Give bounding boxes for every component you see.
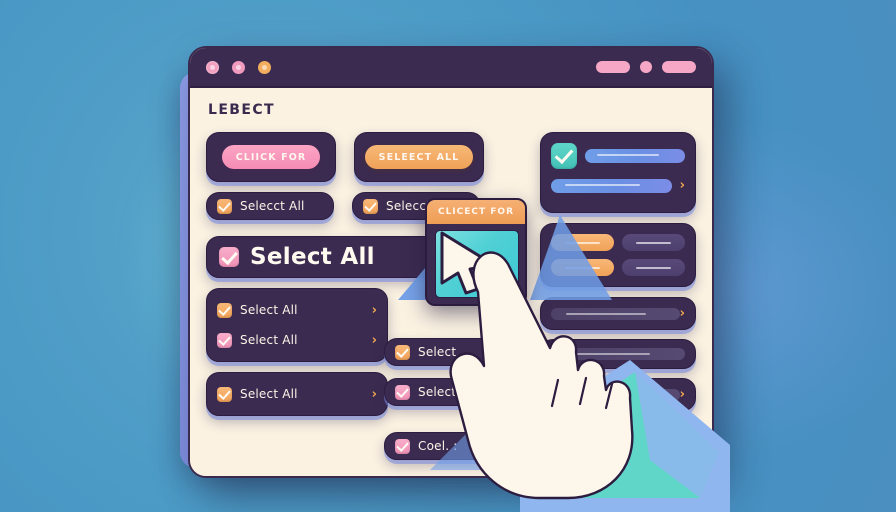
close-dot-icon[interactable] — [206, 60, 219, 74]
checkbox-row-selecct-all-1[interactable]: Selecct All — [206, 192, 334, 220]
checkbox-icon[interactable] — [363, 198, 378, 214]
maximize-dot-icon[interactable] — [258, 60, 271, 74]
list-item[interactable]: Select All › — [207, 325, 387, 355]
content-bar — [551, 178, 672, 193]
chevron-right-icon[interactable]: › — [372, 303, 377, 318]
checkbox-icon[interactable] — [217, 332, 232, 348]
checkbox-icon[interactable] — [551, 143, 577, 169]
window-titlebar — [190, 48, 712, 88]
click-for-button-label: CLIICK FOR — [221, 145, 321, 169]
minimize-dot-icon[interactable] — [232, 60, 245, 74]
titlebar-pill-left[interactable] — [596, 61, 630, 73]
titlebar-dot-middle[interactable] — [640, 61, 652, 73]
chevron-right-icon[interactable]: › — [680, 178, 685, 193]
widget-row-bar[interactable]: › — [551, 178, 685, 193]
select-all-group-a: Select All › Select All › — [206, 288, 388, 362]
chevron-right-icon[interactable]: › — [372, 333, 377, 348]
list-item-label: Select All — [240, 333, 298, 347]
checkbox-icon[interactable] — [217, 198, 232, 214]
select-all-button-label: SELEECT ALL — [364, 145, 474, 169]
click-for-button[interactable]: CLIICK FOR — [206, 132, 336, 182]
chevron-right-icon[interactable]: › — [372, 387, 377, 402]
widget-row-checkbox[interactable] — [551, 143, 685, 169]
screenshot-root: LEBECT CLIICK FOR SELEECT ALL Selecct Al… — [0, 0, 896, 512]
page-title: LEBECT — [208, 102, 275, 118]
select-all-group-b: Select All › — [206, 372, 388, 416]
list-item-label: Select All — [240, 303, 298, 317]
titlebar-right-controls — [596, 61, 696, 73]
hero-row-label: Select All — [250, 244, 375, 270]
list-item-label: Select All — [240, 387, 298, 401]
button-row: CLIICK FOR SELEECT ALL — [206, 132, 526, 182]
select-all-button[interactable]: SELEECT ALL — [354, 132, 484, 182]
titlebar-pill-right[interactable] — [662, 61, 696, 73]
list-item[interactable]: Select All › — [207, 379, 387, 409]
checkbox-icon[interactable] — [217, 302, 232, 318]
checkbox-icon[interactable] — [217, 386, 232, 402]
checkbox-row-label: Selecct All — [240, 199, 305, 213]
floating-card-label: CLICECT FOR — [427, 200, 525, 224]
list-item[interactable]: Select All › — [207, 295, 387, 325]
right-top-widget: › — [540, 132, 696, 213]
pointing-hand-illustration — [449, 251, 730, 512]
checkbox-icon[interactable] — [219, 247, 239, 267]
content-bar — [585, 149, 685, 163]
